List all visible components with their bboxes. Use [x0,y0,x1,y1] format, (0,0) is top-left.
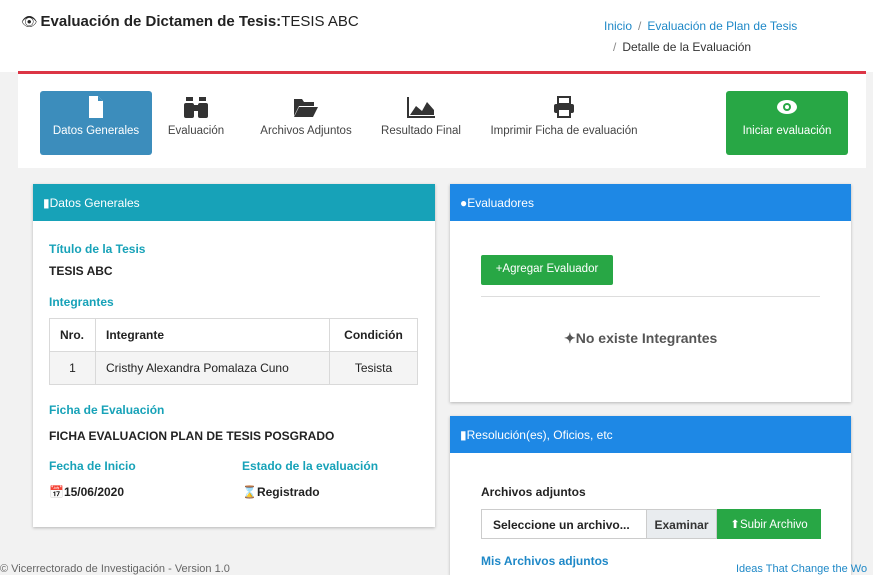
cell-condicion: Tesista [329,351,418,385]
eye-icon [777,100,797,114]
ficha-value: FICHA EVALUACION PLAN DE TESIS POSGRADO [49,429,335,443]
cell-integrante: Cristhy Alexandra Pomalaza Cuno [95,351,330,385]
fecha-value: 15/06/2020 [63,485,125,499]
toolbar: Datos Generales Evaluación Archivos Adju… [18,71,866,168]
estado-value: Registrado [256,485,320,499]
breadcrumb-separator: / [613,40,617,54]
toolbar-label: Archivos Adjuntos [260,125,352,137]
subir-archivo-button[interactable]: ⬆Subir Archivo [717,509,821,539]
col-header-nro: Nro. [49,318,96,352]
page-title: 👁 Evaluación de Dictamen de Tesis:TESIS A… [21,13,359,30]
footer-tagline[interactable]: Ideas That Change the Wo [736,563,867,575]
file-icon [89,96,103,118]
titulo-label: Título de la Tesis [49,242,146,256]
examinar-button[interactable]: Examinar [647,509,717,539]
agregar-label: Agregar Evaluador [502,263,599,275]
titulo-value: TESIS ABC [49,264,113,278]
eye-icon: 👁 [21,14,38,29]
toolbar-label: Evaluación [167,125,225,137]
toolbar-imprimir-button[interactable]: Imprimir Ficha de evaluación [484,91,644,155]
panel-header: ▮Datos Generales [33,184,435,221]
iniciar-evaluacion-button[interactable]: Iniciar evaluación [726,91,848,155]
toolbar-evaluacion-button[interactable]: Evaluación [158,91,234,155]
panel-title: Evaluadores [467,196,534,210]
empty-label: No existe Integrantes [575,330,718,346]
footer-copyright: © Vicerrectorado de Investigación - Vers… [0,563,230,575]
empty-message: ✦No existe Integrantes [564,330,717,347]
breadcrumb-plan[interactable]: Evaluación de Plan de Tesis [647,19,797,33]
panel-header: ▮Resolución(es), Oficios, etc [450,416,851,453]
toolbar-label: Datos Generales [52,125,140,137]
start-label: Iniciar evaluación [742,125,832,137]
integrantes-label: Integrantes [49,295,114,309]
title-prefix: Evaluación de Dictamen de Tesis: [40,13,282,30]
page: 👁 Evaluación de Dictamen de Tesis:TESIS A… [0,0,873,575]
page-header: 👁 Evaluación de Dictamen de Tesis:TESIS A… [0,0,873,72]
table-row: 1 Cristhy Alexandra Pomalaza Cuno Tesist… [49,351,418,385]
hourglass-icon: ⌛ [242,485,257,499]
breadcrumb: Inicio / Evaluación de Plan de Tesis [604,19,797,33]
folder-open-icon [294,99,318,117]
file-icon: ▮ [460,428,467,442]
file-input[interactable]: Seleccione un archivo... [481,509,647,539]
toolbar-resultado-final-button[interactable]: Resultado Final [371,91,471,155]
upload-label: Subir Archivo [739,519,808,531]
fecha-value-wrap: 📅15/06/2020 [49,485,124,499]
file-upload-group: Seleccione un archivo... Examinar ⬆Subir… [481,509,821,539]
toolbar-label: Imprimir Ficha de evaluación [490,125,638,137]
adjuntos-label: Archivos adjuntos [481,485,586,499]
ficha-label: Ficha de Evaluación [49,403,165,417]
calendar-icon: 📅 [49,485,64,499]
toolbar-label: Resultado Final [381,125,461,137]
agregar-evaluador-button[interactable]: +Agregar Evaluador [481,255,613,285]
estado-label: Estado de la evaluación [242,459,379,473]
cell-nro: 1 [49,351,96,385]
fecha-label: Fecha de Inicio [49,459,136,473]
mis-archivos-label[interactable]: Mis Archivos adjuntos [481,554,609,568]
datos-generales-panel: ▮Datos Generales Título de la Tesis TESI… [33,184,435,527]
col-header-integrante: Integrante [95,318,330,352]
col-header-condicion: Condición [329,318,418,352]
panel-title: Resolución(es), Oficios, etc [466,428,613,442]
panel-title: Datos Generales [49,196,140,210]
magic-wand-icon: ✦ [564,330,576,346]
binoculars-icon [184,97,208,118]
area-chart-icon [407,97,435,118]
toolbar-datos-generales-button[interactable]: Datos Generales [40,91,152,155]
print-icon [554,96,574,118]
evaluadores-panel: ●Evaluadores +Agregar Evaluador ✦No exis… [450,184,851,402]
estado-value-wrap: ⌛Registrado [242,485,320,499]
upload-icon: ⬆ [730,519,740,531]
breadcrumb-home[interactable]: Inicio [604,19,632,33]
breadcrumb-current: / Detalle de la Evaluación [613,40,751,54]
resoluciones-panel: ▮Resolución(es), Oficios, etc Archivos a… [450,416,851,575]
title-value: TESIS ABC [281,13,359,30]
table-header-row: Nro. Integrante Condición [49,318,418,352]
integrantes-table: Nro. Integrante Condición 1 Cristhy Alex… [49,318,418,385]
file-icon: ▮ [43,196,50,210]
toolbar-archivos-adjuntos-button[interactable]: Archivos Adjuntos [246,91,366,155]
panel-header: ●Evaluadores [450,184,851,221]
divider [481,296,820,297]
breadcrumb-separator: / [638,19,642,33]
breadcrumb-detail: Detalle de la Evaluación [622,40,752,54]
